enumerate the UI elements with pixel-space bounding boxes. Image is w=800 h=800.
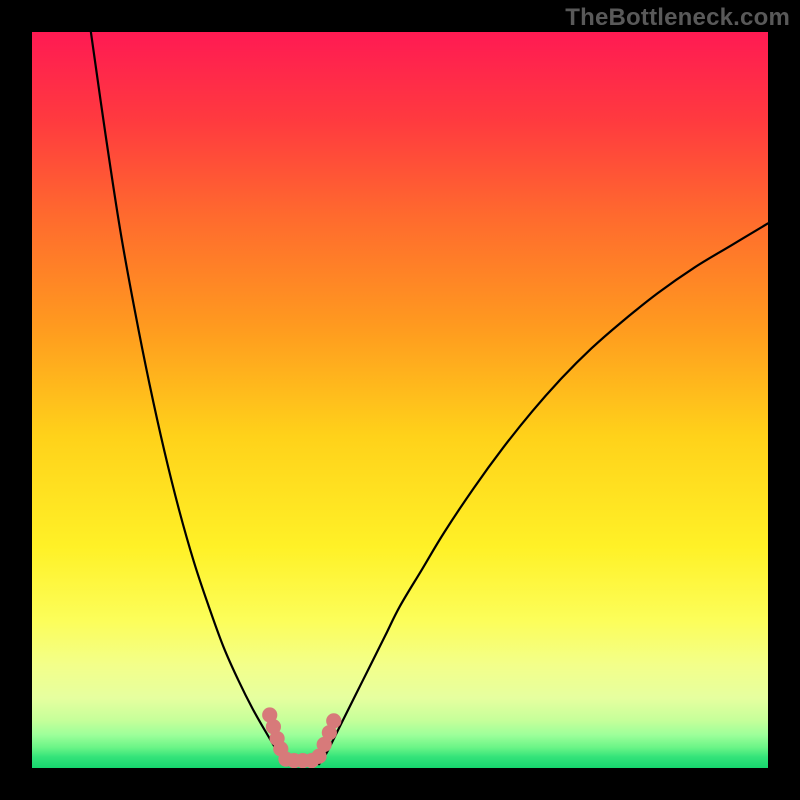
chart-frame: TheBottleneck.com bbox=[0, 0, 800, 800]
plot-area bbox=[32, 32, 768, 768]
gradient-background bbox=[32, 32, 768, 768]
marker-dot bbox=[326, 713, 341, 728]
chart-svg bbox=[32, 32, 768, 768]
watermark-text: TheBottleneck.com bbox=[565, 4, 790, 32]
